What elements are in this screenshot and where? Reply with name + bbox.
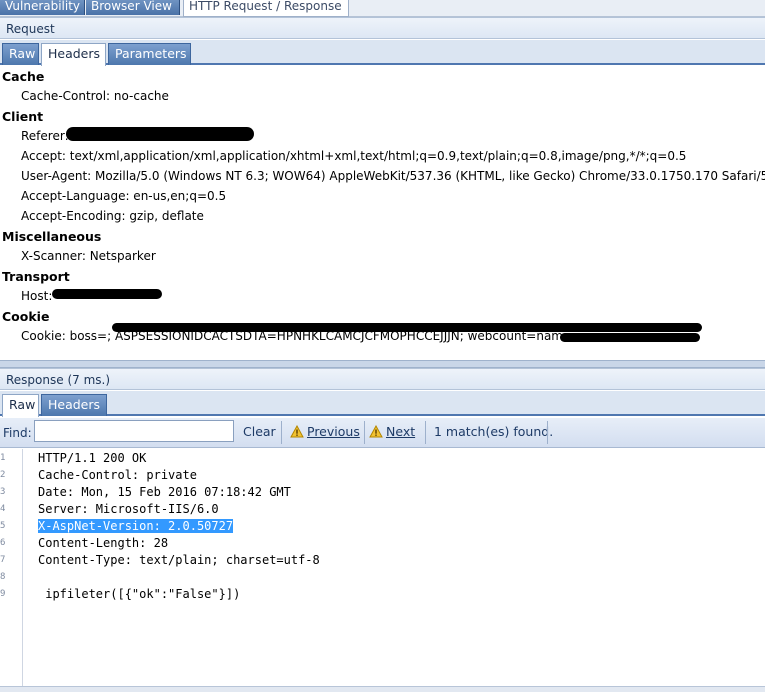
code-line: ipfileter([{"ok":"False"}]) [38,587,241,601]
header-x-scanner: X-Scanner: Netsparker [21,249,156,263]
redaction-mark [66,127,254,141]
toolbar-separator [364,421,365,444]
line-number: 4 [0,504,6,514]
tab-http-request-response[interactable]: HTTP Request / Response [183,0,349,17]
header-user-agent: User-Agent: Mozilla/5.0 (Windows NT 6.3;… [21,169,765,183]
top-tab-strip: Vulnerability Browser View HTTP Request … [0,0,765,17]
group-client: Client [2,109,44,124]
toolbar-separator [425,421,426,444]
response-raw-editor[interactable]: 1 HTTP/1.1 200 OK 2 Cache-Control: priva… [0,449,765,686]
group-cookie: Cookie [2,309,50,324]
line-number: 7 [0,555,6,565]
code-line-highlighted: X-AspNet-Version: 2.0.50727 [38,519,234,533]
warning-icon [290,425,304,438]
line-number: 6 [0,538,6,548]
line-number: 5 [0,521,6,531]
header-cache-control: Cache-Control: no-cache [21,89,169,103]
warning-icon [369,425,383,438]
find-toolbar: Find: Clear Previous Next 1 match(es) fo… [0,418,765,448]
code-line: Content-Type: text/plain; charset=utf-8 [38,553,320,567]
tab-browser-view[interactable]: Browser View [86,0,180,15]
redaction-mark [112,323,702,332]
toolbar-separator [281,421,282,444]
line-number: 9 [0,589,6,599]
redaction-mark [52,289,162,299]
line-number: 1 [0,453,6,463]
header-accept-language: Accept-Language: en-us,en;q=0.5 [21,189,227,203]
match-count: 1 match(es) found. [434,424,554,439]
request-tab-strip: Raw Headers Parameters [0,40,765,66]
find-input[interactable] [34,420,234,442]
request-tab-raw[interactable]: Raw [2,43,39,65]
line-number: 8 [0,572,6,582]
next-button[interactable]: Next [369,423,415,441]
header-accept: Accept: text/xml,application/xml,applica… [21,149,687,163]
request-tab-parameters[interactable]: Parameters [108,43,191,65]
request-tab-headers[interactable]: Headers [41,43,106,66]
line-number: 3 [0,487,6,497]
next-label: Next [386,424,416,439]
group-miscellaneous: Miscellaneous [2,229,102,244]
code-line: Content-Length: 28 [38,536,169,550]
toolbar-separator [547,421,548,444]
line-number-gutter [0,449,23,686]
request-headers-panel: Cache Cache-Control: no-cache Client Ref… [0,66,765,358]
tab-vulnerability[interactable]: Vulnerability [0,0,85,15]
previous-button[interactable]: Previous [290,423,360,441]
code-line: HTTP/1.1 200 OK [38,451,147,465]
clear-button[interactable]: Clear [243,423,276,441]
panel-splitter[interactable] [0,360,765,368]
find-label: Find: [3,426,32,440]
code-line: Cache-Control: private [38,468,197,482]
code-line: Date: Mon, 15 Feb 2016 07:18:42 GMT [38,485,291,499]
header-referer: Referer: [21,129,69,143]
group-cache: Cache [2,69,45,84]
code-line: Server: Microsoft-IIS/6.0 [38,502,219,516]
line-number: 2 [0,470,6,480]
response-section-title: Response (7 ms.) [0,368,765,390]
group-transport: Transport [2,269,70,284]
request-section-title: Request [0,17,765,39]
response-tab-headers[interactable]: Headers [41,394,107,416]
response-tab-strip: Raw Headers [0,391,765,417]
horizontal-scrollbar[interactable] [0,686,765,692]
redaction-mark [560,333,700,342]
header-host: Host: [21,289,53,303]
previous-label: Previous [307,424,360,439]
header-accept-encoding: Accept-Encoding: gzip, deflate [21,209,204,223]
response-tab-raw[interactable]: Raw [2,394,39,417]
